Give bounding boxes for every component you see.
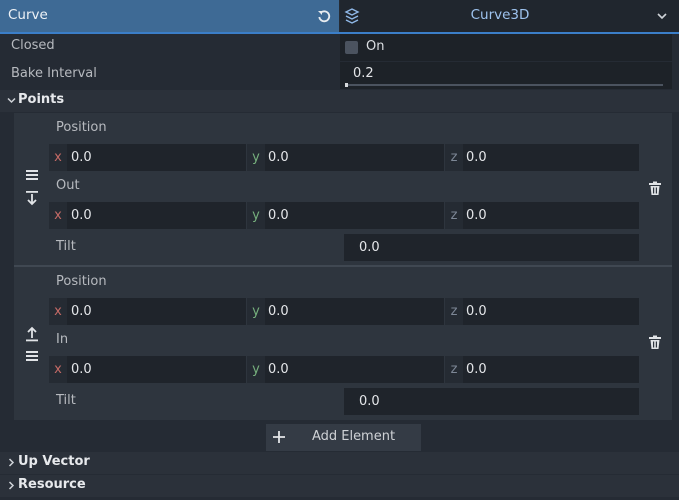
in-x-value[interactable]: 0.0 (71, 356, 92, 383)
property-name: Curve (8, 7, 48, 23)
position-label: Position (56, 120, 107, 135)
closed-label: Closed (11, 38, 55, 53)
tilt-label: Tilt (56, 239, 76, 254)
tilt-value[interactable]: 0.0 (359, 234, 380, 261)
chevron-down-icon[interactable] (7, 97, 16, 104)
axis-y-label: y (247, 356, 265, 383)
axis-x-label: x (49, 298, 67, 325)
axis-y-label: y (247, 298, 265, 325)
up-vector-section-header[interactable] (0, 452, 679, 474)
out-handle-label: Out (56, 178, 80, 193)
property-header[interactable] (0, 0, 339, 32)
axis-y-label: y (247, 144, 265, 171)
out-x-value[interactable]: 0.0 (71, 202, 92, 229)
axis-z-label: z (445, 298, 463, 325)
axis-y-label: y (247, 202, 265, 229)
tilt-field[interactable] (344, 234, 639, 261)
resource-section-label[interactable]: Resource (18, 477, 86, 492)
up-vector-section-label[interactable]: Up Vector (18, 454, 90, 469)
out-y-value[interactable]: 0.0 (268, 202, 289, 229)
position-label: Position (56, 274, 107, 289)
chevron-down-icon[interactable] (656, 10, 668, 22)
position-z-value[interactable]: 0.0 (466, 144, 487, 171)
bake-interval-slider[interactable] (345, 84, 663, 86)
resource-type-label[interactable]: Curve3D (340, 7, 660, 23)
tilt-field[interactable] (344, 388, 639, 415)
position-y-value[interactable]: 0.0 (268, 298, 289, 325)
revert-icon[interactable] (316, 8, 332, 24)
closed-toggle-field[interactable] (340, 34, 672, 61)
points-section-header[interactable] (0, 90, 679, 112)
drag-handle-icon[interactable] (25, 169, 39, 181)
closed-checkbox[interactable] (345, 41, 358, 54)
position-z-value[interactable]: 0.0 (466, 298, 487, 325)
closed-toggle-label[interactable]: On (366, 39, 384, 54)
axis-x-label: x (49, 202, 67, 229)
axis-x-label: x (49, 144, 67, 171)
trash-icon[interactable] (648, 181, 662, 196)
axis-z-label: z (445, 144, 463, 171)
position-y-value[interactable]: 0.0 (268, 144, 289, 171)
add-element-label[interactable]: Add Element (266, 429, 441, 444)
in-z-value[interactable]: 0.0 (466, 356, 487, 383)
tilt-value[interactable]: 0.0 (359, 388, 380, 415)
resource-section-header[interactable] (0, 475, 679, 497)
chevron-right-icon[interactable] (8, 481, 15, 490)
in-y-value[interactable]: 0.0 (268, 356, 289, 383)
move-down-icon[interactable] (25, 190, 39, 206)
position-x-value[interactable]: 0.0 (71, 298, 92, 325)
points-section-label[interactable]: Points (18, 92, 64, 107)
in-handle-label: In (56, 332, 69, 347)
move-up-icon[interactable] (25, 326, 39, 342)
tilt-label: Tilt (56, 393, 76, 408)
chevron-right-icon[interactable] (8, 458, 15, 467)
bake-interval-slider-grabber[interactable] (345, 83, 348, 87)
axis-z-label: z (445, 202, 463, 229)
drag-handle-icon[interactable] (25, 350, 39, 362)
trash-icon[interactable] (648, 335, 662, 350)
bake-interval-label: Bake Interval (11, 66, 97, 81)
position-x-value[interactable]: 0.0 (71, 144, 92, 171)
axis-z-label: z (445, 356, 463, 383)
bake-interval-value[interactable]: 0.2 (353, 66, 374, 81)
out-z-value[interactable]: 0.0 (466, 202, 487, 229)
axis-x-label: x (49, 356, 67, 383)
